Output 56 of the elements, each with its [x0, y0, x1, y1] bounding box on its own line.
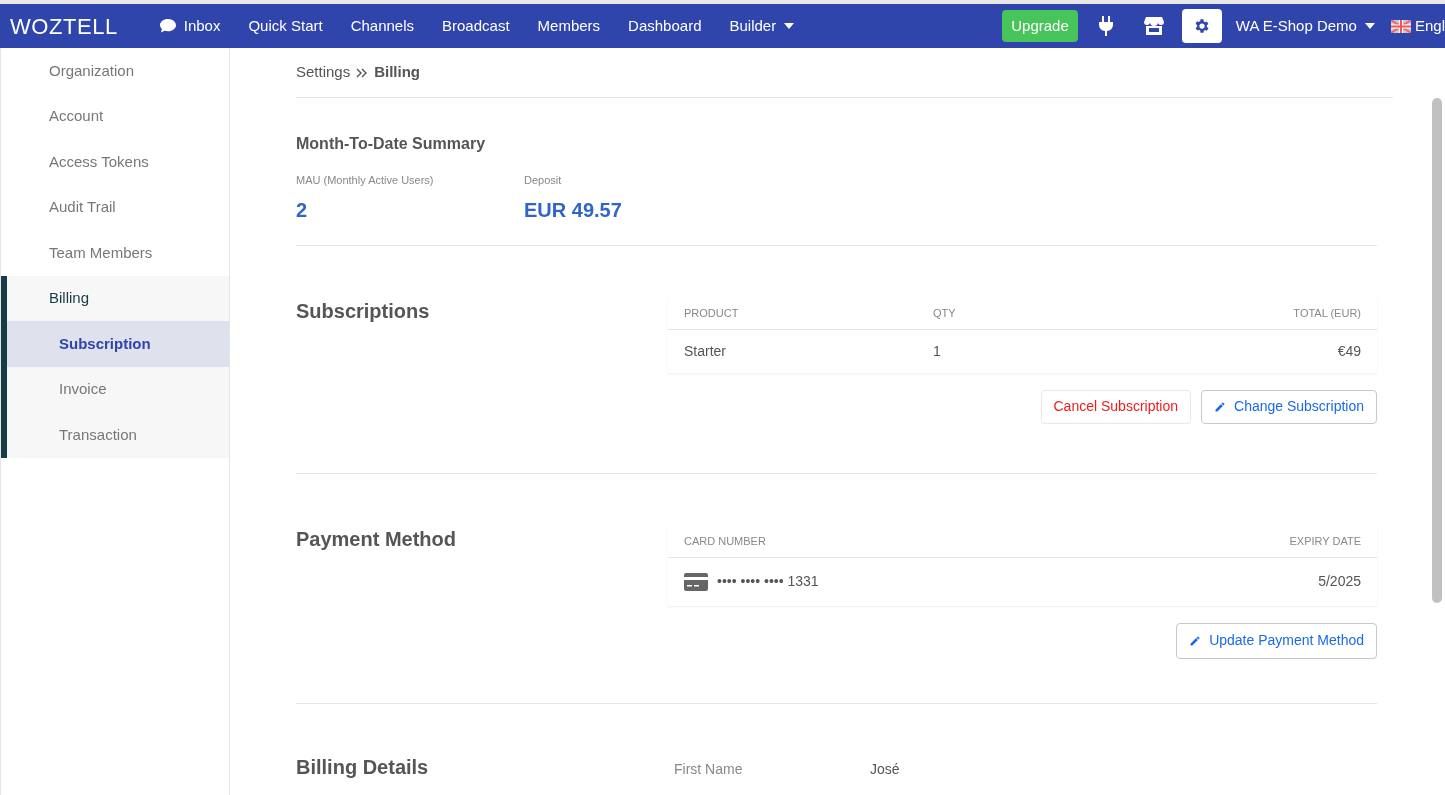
- action-button[interactable]: Change Subscription: [1201, 389, 1377, 424]
- table-cell-text: €49: [1336, 341, 1361, 361]
- nav-link[interactable]: Inbox: [145, 14, 235, 38]
- flag-icon: [1390, 19, 1411, 33]
- column-header: EXPIRY DATE: [1289, 533, 1361, 549]
- section-title: Payment Method: [296, 526, 458, 552]
- nav-link[interactable]: Members: [523, 14, 615, 38]
- field-value: José: [870, 759, 900, 779]
- language-selector[interactable]: Engl: [1390, 14, 1445, 38]
- scrollbar[interactable]: [1432, 98, 1442, 603]
- table-cell-text: 5/2025: [1318, 572, 1361, 591]
- stat-value: 2: [296, 197, 309, 223]
- workspace-dropdown[interactable]: WA E-Shop Demo: [1235, 14, 1375, 38]
- table-cell-text: •••• •••• •••• 1331: [717, 572, 819, 591]
- stat-label: Deposit: [524, 173, 563, 188]
- section-title: Billing Details: [296, 754, 430, 780]
- sidebar-item[interactable]: Audit Trail: [1, 184, 229, 230]
- sidebar-item[interactable]: Organization: [1, 48, 229, 94]
- sidebar-subitem[interactable]: Subscription: [7, 321, 229, 367]
- caret-icon: [1364, 23, 1375, 29]
- action-button[interactable]: Cancel Subscription: [1040, 389, 1191, 424]
- nav-link[interactable]: Builder: [715, 14, 809, 38]
- sidebar-item[interactable]: Billing: [7, 275, 229, 321]
- table-cell-text: Starter: [684, 341, 727, 361]
- sidebar-subitem[interactable]: Transaction: [7, 412, 229, 458]
- pencil-icon: [1214, 400, 1226, 413]
- sidebar-item[interactable]: Access Tokens: [1, 139, 229, 185]
- chat-icon: [159, 19, 176, 33]
- nav-link[interactable]: Channels: [336, 14, 429, 38]
- breadcrumb-item[interactable]: Settings: [296, 61, 351, 84]
- action-button[interactable]: Update Payment Method: [1176, 622, 1377, 659]
- stat-label: MAU (Monthly Active Users): [296, 173, 435, 188]
- breadcrumb-item: Billing: [374, 62, 421, 83]
- logo[interactable]: WOZTELL: [10, 9, 118, 43]
- column-header: PRODUCT: [684, 305, 740, 321]
- nav-link[interactable]: Quick Start: [234, 14, 337, 38]
- nav-link[interactable]: Dashboard: [614, 14, 716, 38]
- caret-icon: [784, 23, 795, 29]
- section-title: Month-To-Date Summary: [296, 134, 487, 154]
- double-chevron-icon: [356, 67, 369, 78]
- plug-icon: [1098, 16, 1113, 36]
- table-cell-text: 1: [933, 341, 942, 361]
- sidebar-subitem[interactable]: Invoice: [7, 366, 229, 412]
- sidebar-item[interactable]: Team Members: [1, 230, 229, 276]
- credit-card-icon: [684, 572, 708, 591]
- toolbar-button[interactable]: [1181, 9, 1222, 43]
- stat-value: EUR 49.57: [524, 197, 623, 223]
- nav-link[interactable]: Broadcast: [428, 14, 524, 38]
- column-header: TOTAL (EUR): [1292, 305, 1361, 321]
- column-header: QTY: [933, 305, 957, 321]
- field-label: First Name: [674, 759, 744, 779]
- column-header: CARD NUMBER: [684, 533, 766, 549]
- sidebar-item[interactable]: Account: [1, 93, 229, 139]
- store-icon: [1143, 17, 1164, 35]
- pencil-icon: [1189, 634, 1202, 647]
- section-title: Subscriptions: [296, 298, 431, 324]
